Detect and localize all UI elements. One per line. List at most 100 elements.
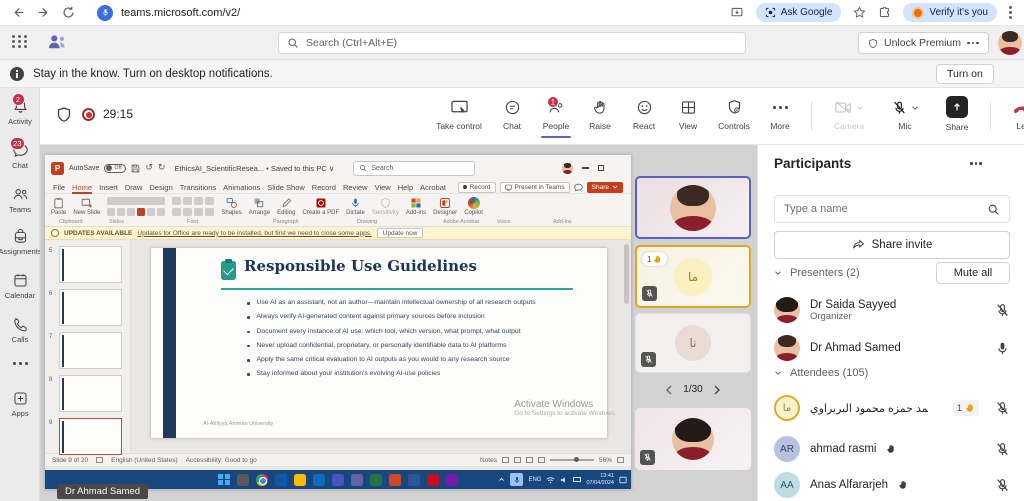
zoom-level[interactable]: 56% [599,457,612,464]
sidebar-item-chat[interactable]: 23 Chat [0,142,40,170]
slide-thumbnail-5[interactable] [59,246,122,283]
slideshow-icon[interactable] [538,457,545,463]
taskbar-app-icon[interactable] [389,474,401,486]
mic-on-icon[interactable] [995,341,1010,356]
slide-sorter-icon[interactable] [514,457,521,463]
slide-thumbnail-8[interactable] [59,375,122,412]
sidebar-item-assignments[interactable]: Assignments [0,228,40,256]
taskbar-app-icon[interactable] [237,474,249,486]
more-button[interactable]: More [758,95,802,131]
people-button[interactable]: 1 People [534,95,578,131]
video-tile[interactable]: نا [635,313,751,373]
mute-all-button[interactable]: Mute all [936,262,1010,284]
paragraph-controls[interactable] [172,197,214,216]
sidebar-item-calls[interactable]: Calls [0,316,40,344]
canvas-scrollbar[interactable] [624,244,629,304]
address-url[interactable]: teams.microsoft.com/v2/ [121,7,240,19]
video-tile-active-speaker[interactable] [635,176,751,239]
tab-record[interactable]: Record [312,183,336,192]
accessibility-status[interactable]: Accessibility: Good to go [186,457,257,464]
unlock-premium-button[interactable]: Unlock Premium [858,32,989,54]
page-prev-icon[interactable] [665,385,673,395]
update-close-icon[interactable] [619,230,625,236]
app-launcher-waffle-icon[interactable] [12,35,28,48]
turn-on-button[interactable]: Turn on [936,64,994,84]
update-now-button[interactable]: Update now [377,228,424,238]
participant-search-box[interactable] [774,195,1010,223]
windows-start-icon[interactable] [218,474,230,486]
participant-row[interactable]: AR ahmad rasmi [774,431,1010,467]
notification-center-icon[interactable] [619,476,627,484]
tray-chevron-icon[interactable] [498,476,505,483]
sidebar-item-calendar[interactable]: Calendar [0,272,40,300]
meeting-security-shield-icon[interactable] [56,106,72,123]
battery-icon[interactable] [573,477,581,482]
attendees-section-header[interactable]: Attendees (105) [774,367,868,379]
document-title[interactable]: EthicsAI_ScientificResea... • Saved to t… [174,164,334,173]
dictate-button[interactable]: Dictate [346,197,365,216]
taskbar-app-icon[interactable] [408,474,420,486]
create-pdf-button[interactable]: Create a PDF [302,197,339,216]
user-avatar[interactable] [998,31,1022,55]
screenshare-powerpoint-window[interactable]: P AutoSave Off ↺ ↻ EthicsAI_ScientificRe… [45,155,631,489]
taskbar-app-icon[interactable] [446,474,458,486]
tab-help[interactable]: Help [398,183,413,192]
sidebar-item-activity[interactable]: 2 Activity [0,98,40,126]
mic-muted-icon[interactable] [995,442,1010,457]
sidebar-item-teams[interactable]: Teams [0,186,40,214]
present-in-teams-button[interactable]: Present in Teams [500,182,570,193]
slide-thumbnail-6[interactable] [59,289,122,326]
taskbar-app-icon[interactable] [351,474,363,486]
tab-insert[interactable]: Insert [99,183,118,192]
back-icon[interactable] [12,6,25,19]
add-ins-button[interactable]: Add-ins [406,197,426,216]
mic-muted-icon[interactable] [995,478,1010,493]
window-restore-icon[interactable] [598,165,604,171]
comments-icon[interactable] [574,183,583,192]
teams-search-input[interactable] [306,37,737,49]
paste-button[interactable]: Paste [51,197,66,216]
wifi-icon[interactable] [546,476,555,484]
window-minimize-icon[interactable] [582,167,589,168]
tray-mic-icon[interactable] [510,473,523,486]
copilot-button[interactable]: Copilot [464,197,483,216]
mic-button[interactable]: Mic [877,95,933,131]
panel-close-icon[interactable] [999,158,1010,169]
volume-icon[interactable] [560,476,568,484]
camera-chevron-icon[interactable] [856,104,864,112]
window-close-icon[interactable] [613,164,621,172]
reading-view-icon[interactable] [526,457,533,463]
banner-close-icon[interactable] [1004,68,1016,80]
tab-transitions[interactable]: Transitions [180,183,216,192]
mic-muted-icon[interactable] [995,401,1010,416]
slide-thumbnail-9-selected[interactable] [59,418,122,455]
reload-icon[interactable] [62,6,75,19]
bookmark-star-icon[interactable] [853,6,866,19]
participant-search-input[interactable] [784,203,981,215]
react-button[interactable]: React [622,95,666,131]
language-status[interactable]: English (United States) [111,457,177,464]
raise-hand-button[interactable]: Raise [578,95,622,131]
camera-button[interactable]: Camera [821,95,877,131]
editing-button[interactable]: Editing [277,197,295,216]
forward-icon[interactable] [37,6,50,19]
participant-row[interactable]: AA Anas Alfararjeh [774,467,1010,501]
teams-logo-icon[interactable] [46,33,68,51]
designer-button[interactable]: Designer [433,197,457,216]
teams-search-box[interactable] [278,32,746,54]
tab-acrobat[interactable]: Acrobat [420,183,446,192]
tab-slideshow[interactable]: Slide Show [267,183,305,192]
view-button[interactable]: View [666,95,710,131]
slide-thumbnail-7[interactable] [59,332,122,369]
page-next-icon[interactable] [713,385,721,395]
mic-muted-icon[interactable] [995,303,1010,318]
taskbar-app-icon[interactable] [370,474,382,486]
tab-file[interactable]: File [53,183,65,192]
normal-view-icon[interactable] [502,457,509,463]
mic-chevron-icon[interactable] [911,104,919,112]
taskbar-app-icon[interactable] [294,474,306,486]
taskbar-app-icon[interactable] [332,474,344,486]
display-settings-icon[interactable] [96,457,103,463]
ppt-search-box[interactable]: Search [353,161,475,176]
chat-button[interactable]: Chat [490,95,534,131]
